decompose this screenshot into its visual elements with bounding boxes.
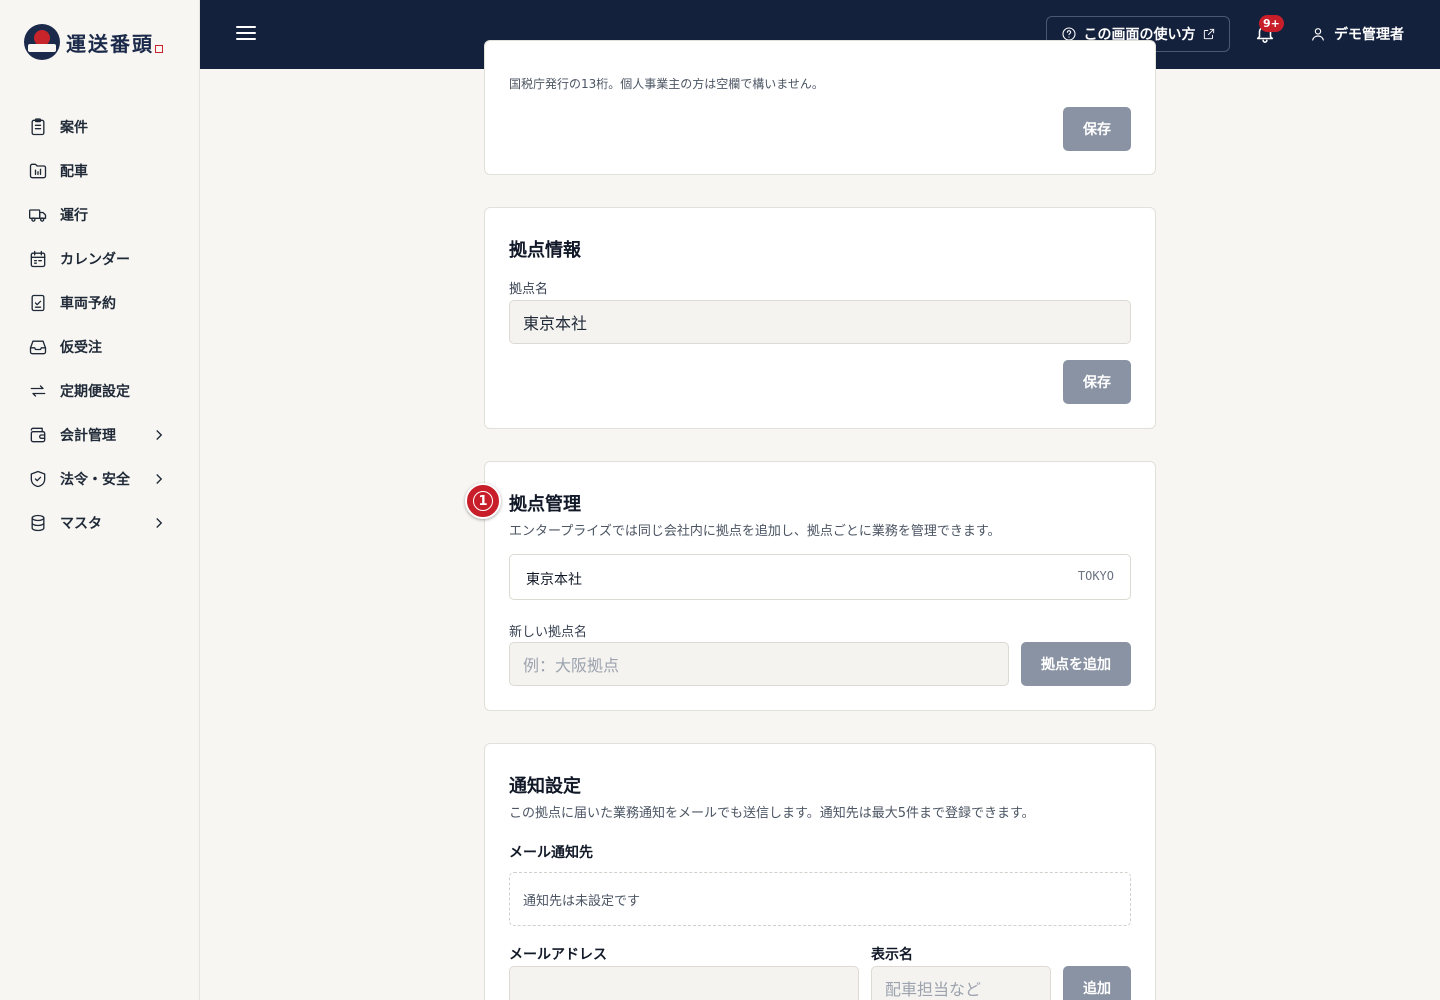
empty-recipients-placeholder: 通知先は未設定です [509, 872, 1131, 926]
calendar-icon [28, 249, 48, 269]
truck-icon [28, 205, 48, 225]
office-name-input[interactable]: 東京本社 [509, 300, 1131, 344]
office-info-title: 拠点情報 [509, 240, 581, 261]
step-marker-badge: 1 [465, 483, 501, 519]
sidebar-item-compliance-safety[interactable]: 法令・安全 [16, 457, 184, 501]
sidebar-item-label: マスタ [60, 516, 102, 532]
sidebar-item-vehicle-reservation[interactable]: 車両予約 [16, 281, 184, 325]
clipboard-check-icon [28, 293, 48, 313]
save-button[interactable]: 保存 [1063, 360, 1131, 404]
office-management-description: エンタープライズでは同じ会社内に拠点を追加し、拠点ごとに業務を管理できます。 [509, 524, 1001, 539]
sidebar-item-dispatch[interactable]: 配車 [16, 149, 184, 193]
sidebar-item-calendar[interactable]: カレンダー [16, 237, 184, 281]
add-office-button[interactable]: 拠点を追加 [1021, 642, 1131, 686]
new-office-name-input[interactable]: 例：大阪拠点 [509, 642, 1009, 686]
app-logo[interactable]: 運送番頭 [24, 22, 163, 62]
logo-mark-icon [24, 24, 60, 60]
save-button[interactable]: 保存 [1063, 107, 1131, 151]
wallet-icon [28, 425, 48, 445]
sidebar-item-operations[interactable]: 運行 [16, 193, 184, 237]
office-management-title: 拠点管理 [509, 494, 581, 515]
chevron-right-icon[interactable] [150, 514, 168, 532]
sidebar: 運送番頭 案件 配車 運行 カレンダー 車両予約 仮受注 定期便設定 会計管理 … [0, 0, 200, 1000]
office-management-card: 拠点管理 エンタープライズでは同じ会社内に拠点を追加し、拠点ごとに業務を管理でき… [484, 461, 1156, 711]
sidebar-item-label: 案件 [60, 120, 88, 136]
email-address-input[interactable] [509, 966, 859, 1000]
logo-text: 運送番頭 [66, 31, 154, 56]
sidebar-item-label: 法令・安全 [60, 472, 130, 488]
user-name: デモ管理者 [1334, 27, 1404, 43]
notification-settings-title: 通知設定 [509, 776, 581, 797]
user-menu[interactable]: デモ管理者 [1310, 24, 1404, 44]
corporate-number-hint: 国税庁発行の13桁。個人事業主の方は空欄で構いません。 [509, 77, 824, 91]
external-link-icon [1203, 28, 1214, 40]
folder-chart-icon [28, 161, 48, 181]
repeat-icon [28, 381, 48, 401]
notification-settings-card: 通知設定 この拠点に届いた業務通知をメールでも送信します。通知先は最大5件まで登… [484, 743, 1156, 1000]
sidebar-item-cases[interactable]: 案件 [16, 105, 184, 149]
logo-seal-icon [155, 45, 163, 53]
office-list-item[interactable]: 東京本社 TOKYO [509, 554, 1131, 600]
sidebar-item-master[interactable]: マスタ [16, 501, 184, 545]
office-info-card: 拠点情報 拠点名 東京本社 保存 [484, 207, 1156, 429]
shield-check-icon [28, 469, 48, 489]
notification-count-badge: 9+ [1259, 15, 1284, 32]
company-info-card: 国税庁発行の13桁。個人事業主の方は空欄で構いません。 保存 [484, 40, 1156, 175]
sidebar-item-label: 車両予約 [60, 296, 116, 312]
office-list-item-code: TOKYO [1077, 569, 1114, 583]
user-icon [1312, 28, 1324, 41]
sidebar-item-scheduled-routes[interactable]: 定期便設定 [16, 369, 184, 413]
hamburger-menu-icon[interactable] [236, 23, 256, 45]
office-name-label: 拠点名 [509, 282, 549, 297]
sidebar-item-label: 仮受注 [60, 340, 102, 356]
chevron-right-icon[interactable] [150, 426, 168, 444]
sidebar-item-label: 配車 [60, 164, 88, 180]
sidebar-item-tentative-orders[interactable]: 仮受注 [16, 325, 184, 369]
clipboard-icon [28, 117, 48, 137]
add-recipient-button[interactable]: 追加 [1063, 966, 1131, 1000]
display-name-input[interactable]: 配車担当など [871, 966, 1051, 1000]
inbox-icon [28, 337, 48, 357]
sidebar-item-label: 会計管理 [60, 428, 116, 444]
chevron-right-icon[interactable] [150, 470, 168, 488]
display-name-label: 表示名 [871, 947, 913, 963]
database-icon [28, 513, 48, 533]
sidebar-item-accounting[interactable]: 会計管理 [16, 413, 184, 457]
new-office-name-label: 新しい拠点名 [509, 625, 588, 640]
email-recipients-label: メール通知先 [509, 845, 593, 861]
sidebar-nav: 案件 配車 運行 カレンダー 車両予約 仮受注 定期便設定 会計管理 法令・安全… [16, 105, 184, 545]
sidebar-item-label: 運行 [60, 208, 88, 224]
office-list-item-name: 東京本社 [526, 572, 582, 588]
sidebar-item-label: カレンダー [60, 252, 130, 268]
notification-settings-description: この拠点に届いた業務通知をメールでも送信します。通知先は最大5件まで登録できます… [509, 806, 1035, 821]
email-address-label: メールアドレス [509, 947, 607, 963]
sidebar-item-label: 定期便設定 [60, 384, 130, 400]
